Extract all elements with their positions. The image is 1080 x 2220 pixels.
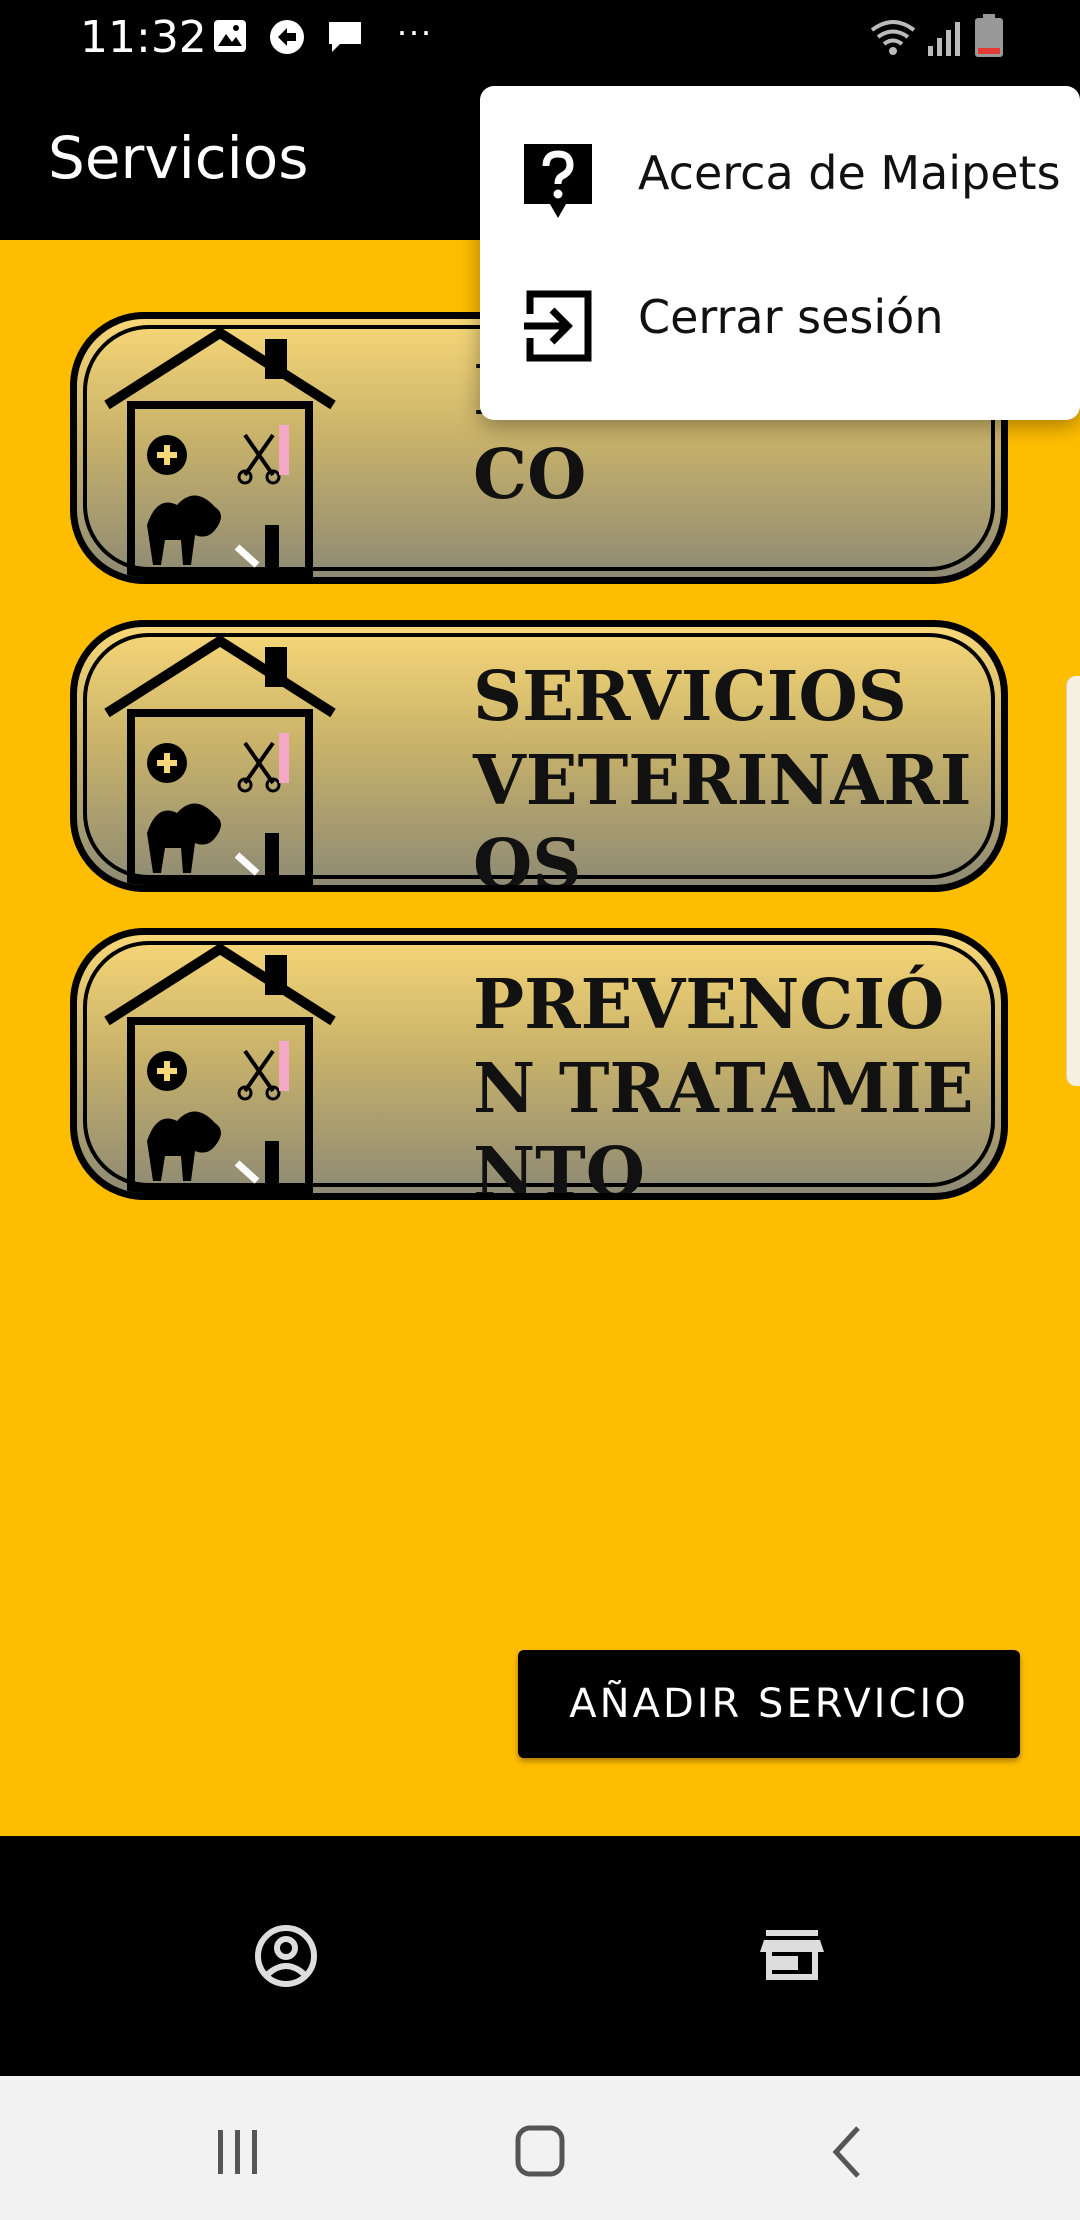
- browser-icon: [268, 18, 306, 61]
- pet-house-logo: [104, 944, 336, 1193]
- overflow-menu: Acerca de Maipets Cerrar sesión: [480, 86, 1080, 420]
- menu-item-logout[interactable]: Cerrar sesión: [480, 248, 1080, 388]
- back-icon[interactable]: [806, 2120, 886, 2184]
- home-icon[interactable]: [500, 2120, 580, 2184]
- services-list: DIAGNOSTICO SERVICIOS VETERINARIOS: [0, 240, 1080, 1836]
- menu-item-label: Cerrar sesión: [638, 290, 944, 344]
- message-icon: [326, 18, 364, 61]
- edge-panel-handle[interactable]: [1066, 676, 1080, 1086]
- signal-icon: [926, 18, 964, 63]
- add-service-button[interactable]: AÑADIR SERVICIO: [518, 1650, 1020, 1758]
- status-time: 11:32: [80, 12, 207, 63]
- battery-icon: [974, 14, 1004, 63]
- pet-house-logo: [104, 328, 336, 577]
- gallery-icon: [212, 18, 248, 59]
- logout-icon: [524, 290, 592, 362]
- menu-item-about[interactable]: Acerca de Maipets: [480, 104, 1080, 244]
- service-card-servicios-veterinarios[interactable]: SERVICIOS VETERINARIOS: [70, 620, 1008, 892]
- system-nav-bar: [0, 2076, 1080, 2220]
- menu-item-label: Acerca de Maipets: [638, 146, 1061, 200]
- page-title: Servicios: [48, 124, 309, 192]
- store-icon[interactable]: [742, 1906, 842, 2006]
- service-label: PREVENCIÓN TRATAMIENTO: [473, 965, 974, 1200]
- recent-apps-icon[interactable]: [198, 2120, 278, 2184]
- service-label: SERVICIOS VETERINARIOS: [473, 657, 972, 892]
- service-card-prevencion-tratamiento[interactable]: PREVENCIÓN TRATAMIENTO: [70, 928, 1008, 1200]
- help-icon: [524, 144, 592, 218]
- status-bar: 11:32 ···: [0, 0, 1080, 76]
- wifi-icon: [870, 18, 916, 63]
- profile-icon[interactable]: [236, 1906, 336, 2006]
- bottom-nav: [0, 1836, 1080, 2076]
- more-dots-icon: ···: [396, 10, 432, 51]
- pet-house-logo: [104, 636, 336, 885]
